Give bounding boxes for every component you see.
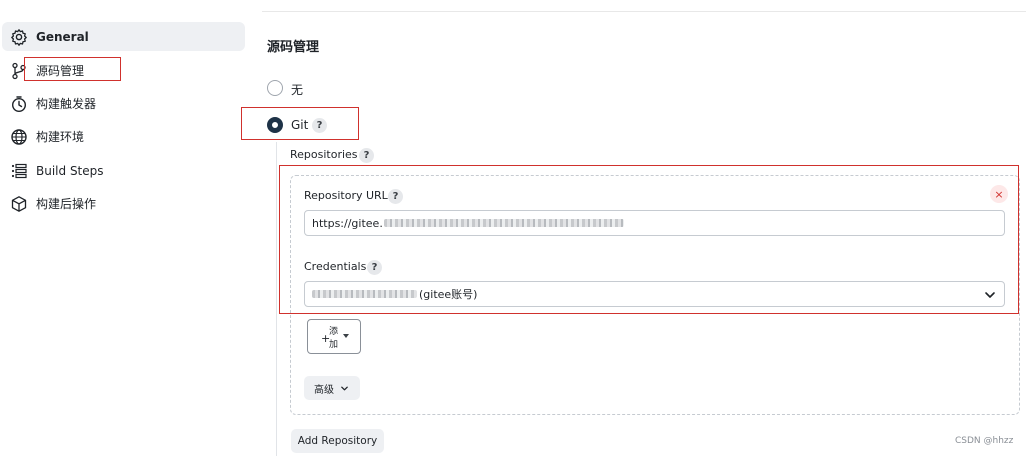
section-title: 源码管理: [267, 40, 320, 55]
cube-icon: [11, 196, 27, 212]
list-icon: [11, 163, 27, 179]
sidebar-item-build-triggers[interactable]: 构建触发器: [2, 89, 245, 118]
repositories-help-icon[interactable]: ?: [359, 148, 374, 163]
gear-icon: [11, 29, 27, 46]
add-credentials-button[interactable]: + 添 加: [307, 319, 361, 354]
advanced-button[interactable]: 高级: [304, 376, 360, 400]
annotation-highlight-git: [241, 107, 359, 140]
radio-none-label: 无: [291, 83, 304, 97]
sidebar-item-post-build-actions[interactable]: 构建后操作: [2, 189, 245, 218]
add-label-line2: 加: [329, 340, 339, 350]
sidebar-item-label: 构建后操作: [36, 197, 97, 211]
sidebar-item-build-steps[interactable]: Build Steps: [2, 156, 245, 185]
sidebar-item-build-environment[interactable]: 构建环境: [2, 122, 245, 151]
sidebar-item-label: Build Steps: [36, 163, 104, 178]
add-repository-button[interactable]: Add Repository: [291, 429, 384, 453]
annotation-highlight-sidebar: [24, 57, 121, 81]
divider: [262, 11, 1026, 12]
timer-icon: [11, 96, 27, 113]
sidebar-item-general[interactable]: General: [2, 22, 245, 51]
chevron-down-icon: [341, 386, 348, 391]
advanced-label: 高级: [314, 384, 334, 396]
add-label-line1: 添: [329, 327, 339, 337]
caret-down-icon: [343, 334, 349, 338]
sidebar-item-label: 构建触发器: [36, 97, 97, 111]
radio-none[interactable]: [267, 80, 283, 96]
sidebar-item-label: General: [36, 29, 89, 44]
sidebar: General 源码管理 构建触发器 构建环境 Build Steps 构建后操…: [0, 0, 250, 456]
annotation-highlight-repository: [279, 165, 1019, 314]
watermark: CSDN @hhzz: [955, 436, 1014, 446]
section-indent-line: [276, 142, 277, 456]
globe-icon: [11, 129, 27, 145]
sidebar-item-label: 构建环境: [36, 130, 85, 144]
repositories-label: Repositories: [290, 148, 358, 161]
